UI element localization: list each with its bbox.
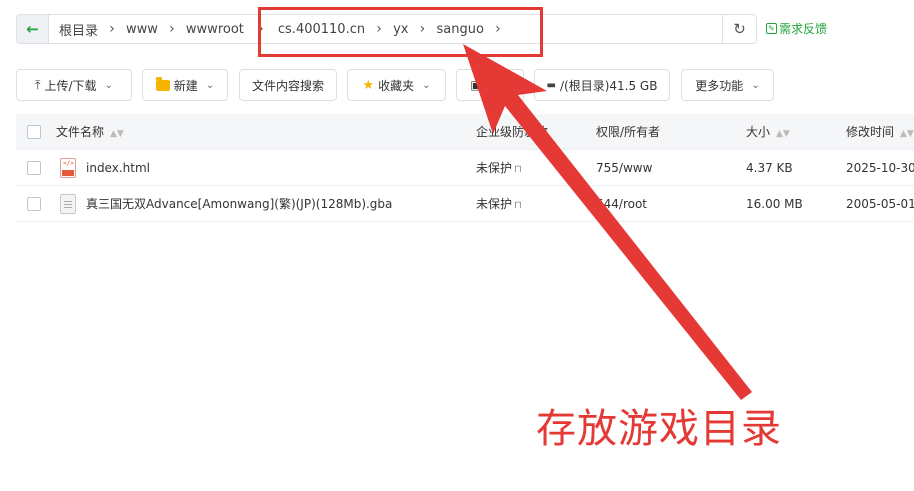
column-name-label: 文件名称	[56, 125, 105, 139]
html-file-icon: </>	[60, 158, 76, 178]
column-permission: 权限/所有者	[596, 114, 660, 150]
protection-status[interactable]: 未保护 ⊓	[476, 150, 522, 186]
chevron-down-icon: ⌄	[422, 79, 431, 91]
terminal-icon: ▣	[470, 78, 482, 92]
disk-button[interactable]: ▬ /(根目录)41.5 GB	[534, 69, 670, 101]
upload-download-label: 上传/下载	[44, 78, 97, 93]
new-button[interactable]: 新建 ⌄	[142, 69, 228, 101]
unlock-icon: ⊓	[514, 200, 522, 211]
row-checkbox[interactable]	[27, 197, 41, 211]
column-size[interactable]: 大小 ▲▼	[746, 114, 790, 150]
feedback-label: 需求反馈	[779, 22, 828, 36]
column-permission-label: 权限/所有者	[596, 125, 661, 139]
table-row[interactable]: </> index.html 未保护 ⊓ 755/www 4.37 KB 2025…	[16, 150, 914, 186]
select-all-checkbox[interactable]	[27, 125, 41, 139]
size-value: 16.00 MB	[746, 197, 803, 211]
size-value: 4.37 KB	[746, 161, 793, 175]
content-search-button[interactable]: 文件内容搜索	[239, 69, 337, 101]
more-button[interactable]: 更多功能 ⌄	[681, 69, 774, 101]
row-checkbox[interactable]	[27, 161, 41, 175]
sort-icon: ▲▼	[110, 129, 124, 139]
chevron-down-icon: ⌄	[104, 79, 113, 91]
sort-icon: ▲▼	[900, 129, 914, 139]
modified-value: 2025-10-30	[846, 161, 914, 175]
new-label: 新建	[173, 78, 198, 93]
annotation-label: 存放游戏目录	[536, 406, 782, 452]
file-name[interactable]: index.html	[86, 150, 150, 186]
unlock-icon: ⊓	[514, 164, 522, 175]
highlight-box	[258, 7, 543, 57]
more-label: 更多功能	[695, 78, 744, 93]
breadcrumb-www[interactable]: www	[126, 22, 158, 37]
breadcrumb-root[interactable]: 根目录	[59, 20, 98, 39]
folder-icon	[155, 76, 170, 91]
chevron-right-icon: ›	[169, 21, 175, 37]
upload-download-button[interactable]: ⤒ 上传/下载 ⌄	[16, 69, 132, 101]
table-header: 文件名称 ▲▼ 企业级防篡改 权限/所有者 大小 ▲▼ 修改时间 ▲▼	[16, 114, 914, 150]
content-search-label: 文件内容搜索	[251, 78, 324, 93]
disk-label: /(根目录)41.5 GB	[559, 78, 658, 93]
breadcrumb-wwwroot[interactable]: wwwroot	[186, 22, 244, 37]
feedback-link[interactable]: ✎ 需求反馈	[766, 20, 827, 37]
favorites-label: 收藏夹	[378, 78, 415, 93]
chevron-right-icon: ›	[109, 21, 115, 37]
feedback-icon: ✎	[766, 23, 777, 34]
table-row[interactable]: 真三国无双Advance[Amonwang](繁)(JP)(128Mb).gba…	[16, 186, 914, 222]
column-modified-label: 修改时间	[846, 125, 895, 139]
protection-label: 未保护	[476, 161, 513, 175]
chevron-down-icon: ⌄	[751, 79, 760, 91]
star-icon: ★	[362, 77, 375, 93]
modified-value: 2005-05-01	[846, 197, 914, 211]
column-modified[interactable]: 修改时间 ▲▼	[846, 114, 914, 150]
column-size-label: 大小	[746, 125, 771, 139]
file-icon	[60, 194, 76, 214]
sort-icon: ▲▼	[776, 129, 790, 139]
terminal-label: 终端	[485, 78, 510, 93]
refresh-icon: ↻	[733, 20, 746, 38]
file-name[interactable]: 真三国无双Advance[Amonwang](繁)(JP)(128Mb).gba	[86, 186, 392, 222]
refresh-button[interactable]: ↻	[722, 15, 756, 43]
column-protection: 企业级防篡改	[476, 114, 548, 150]
chevron-down-icon: ⌄	[205, 79, 215, 91]
back-button[interactable]: ←	[17, 15, 49, 43]
favorites-button[interactable]: ★ 收藏夹 ⌄	[347, 69, 446, 101]
upload-icon: ⤒	[35, 77, 41, 92]
permission-value[interactable]: 644/root	[596, 186, 647, 222]
column-protection-label: 企业级防篡改	[476, 125, 549, 139]
protection-label: 未保护	[476, 197, 513, 211]
column-name[interactable]: 文件名称 ▲▼	[56, 114, 124, 150]
disk-icon: ▬	[546, 79, 556, 91]
arrow-left-icon: ←	[26, 20, 39, 38]
protection-status[interactable]: 未保护 ⊓	[476, 186, 522, 222]
permission-value[interactable]: 755/www	[596, 150, 652, 186]
terminal-button[interactable]: ▣ 终端	[456, 69, 524, 101]
